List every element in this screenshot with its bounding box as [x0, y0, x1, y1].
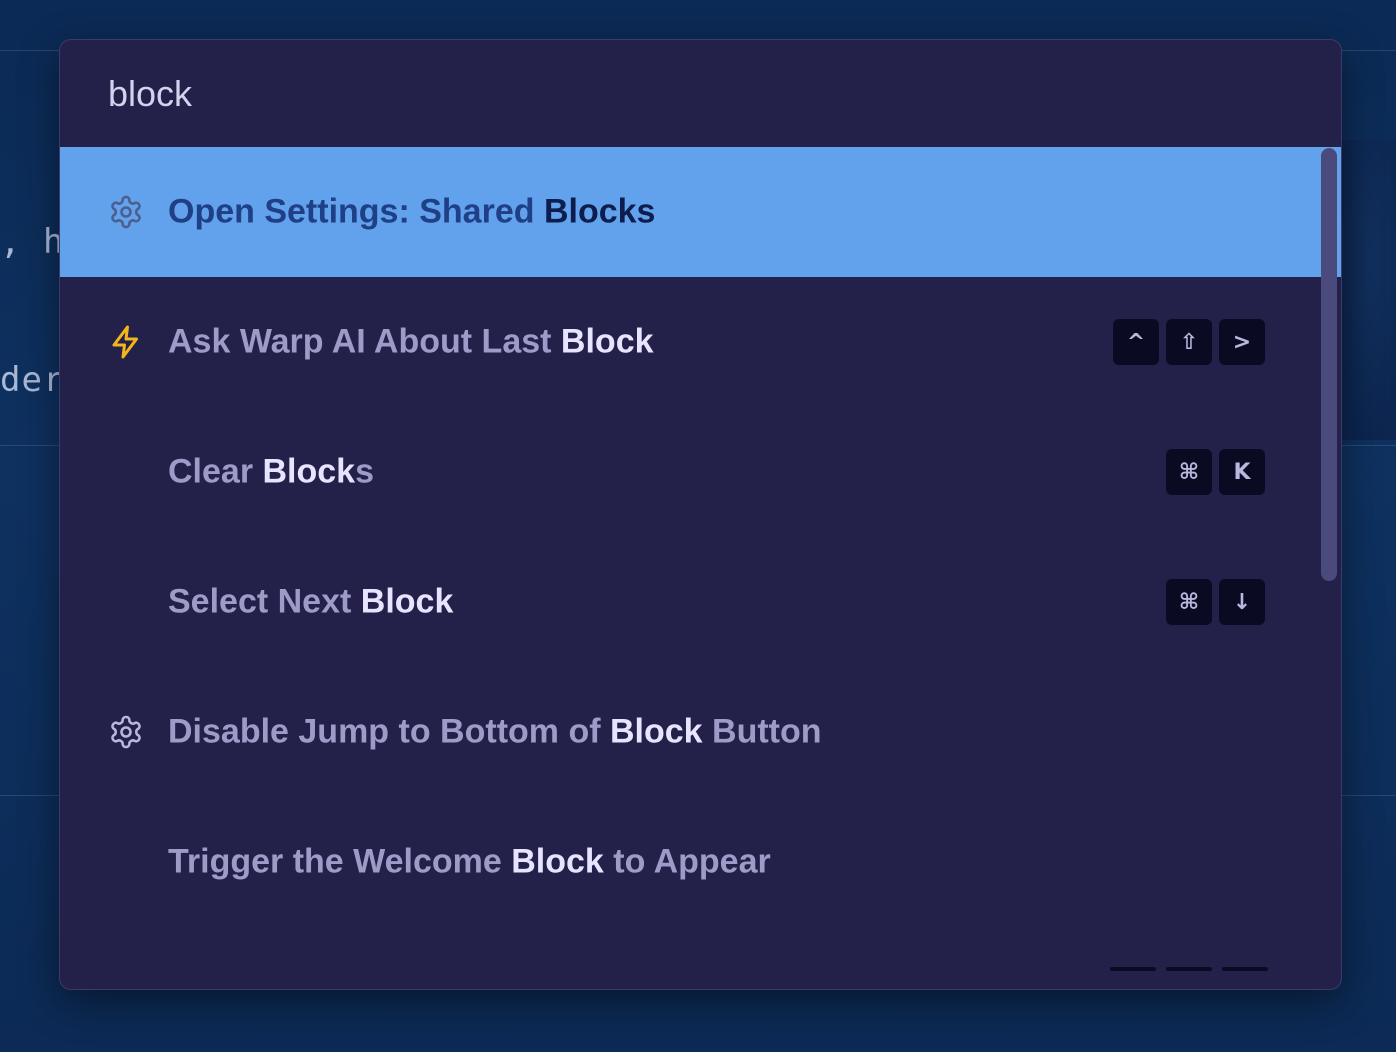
background-text: der	[0, 360, 65, 400]
shortcut-key: ⌘	[1166, 449, 1212, 495]
command-item[interactable]: Disable Jump to Bottom of Block Button	[60, 667, 1341, 797]
gear-icon	[108, 714, 144, 750]
search-bar	[60, 40, 1341, 147]
label-text: Clear	[168, 452, 263, 491]
scrollbar-thumb[interactable]	[1321, 148, 1337, 581]
background-decoration	[1336, 140, 1396, 440]
match-highlight: Block	[560, 322, 654, 361]
label-text: s	[355, 452, 375, 491]
command-item[interactable]: Open Settings: Shared Blocks	[60, 147, 1341, 277]
match-highlight: Block	[511, 842, 604, 881]
shortcut-key: >	[1219, 319, 1265, 365]
partial-shortcut-keys	[1110, 967, 1268, 971]
command-item[interactable]: Clear Blocks ⌘ K	[60, 407, 1341, 537]
match-highlight: Block	[262, 452, 356, 491]
background-text: , h	[0, 222, 65, 262]
label-text: Select Next	[168, 582, 361, 621]
shortcut-key: K	[1219, 449, 1265, 495]
command-label: Open Settings: Shared Blocks	[168, 193, 655, 232]
shortcut-key: ^	[1113, 319, 1159, 365]
label-text: Disable Jump to Bottom of	[168, 712, 610, 751]
command-label: Disable Jump to Bottom of Block Button	[168, 713, 822, 752]
command-label: Select Next Block	[168, 583, 453, 622]
command-list: Open Settings: Shared Blocks Ask Warp AI …	[60, 147, 1341, 927]
label-text: Ask Warp AI About Last	[168, 322, 561, 361]
match-highlight: Block	[360, 582, 454, 621]
shortcut-key: ↓	[1219, 579, 1265, 625]
shortcut-key: ⇧	[1166, 319, 1212, 365]
match-highlight: Block	[543, 192, 637, 231]
command-label: Ask Warp AI About Last Block	[168, 323, 654, 362]
command-item[interactable]: Ask Warp AI About Last Block ^ ⇧ >	[60, 277, 1341, 407]
shortcut-key: ⌘	[1166, 579, 1212, 625]
match-highlight: Block	[610, 712, 703, 751]
gear-icon	[108, 194, 144, 230]
command-item[interactable]: Trigger the Welcome Block to Appear	[60, 797, 1341, 927]
label-text: Trigger the Welcome	[168, 842, 512, 881]
keyboard-shortcut: ^ ⇧ >	[1113, 319, 1265, 365]
keyboard-shortcut: ⌘ ↓	[1166, 579, 1265, 625]
command-palette: Open Settings: Shared BlocksAsk Warp AI …	[59, 39, 1342, 990]
command-item[interactable]: Select Next Block ⌘ ↓	[60, 537, 1341, 667]
command-label: Clear Blocks	[168, 453, 374, 492]
command-label: Trigger the Welcome Block to Appear	[168, 843, 771, 882]
label-text: to Appear	[603, 842, 771, 881]
search-input[interactable]	[108, 72, 1208, 115]
label-text: Open Settings: Shared	[168, 192, 544, 231]
label-text: Button	[702, 712, 822, 751]
match-highlight: s	[636, 192, 656, 231]
lightning-icon	[108, 324, 144, 360]
keyboard-shortcut: ⌘ K	[1166, 449, 1265, 495]
